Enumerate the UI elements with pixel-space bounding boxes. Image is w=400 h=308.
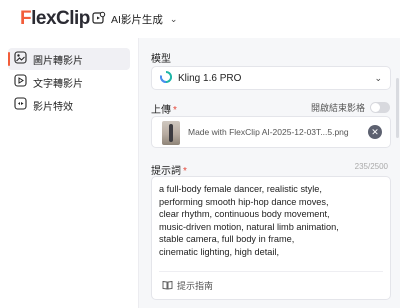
flexclip-logo[interactable]: FlexClip — [20, 8, 90, 30]
scrollbar[interactable] — [396, 78, 399, 138]
remove-file-button[interactable]: ✕ — [368, 125, 382, 139]
uploaded-image-thumbnail — [162, 121, 180, 145]
model-value: Kling 1.6 PRO — [178, 72, 242, 84]
prompt-text[interactable]: a full-body female dancer, realistic sty… — [159, 183, 385, 259]
sidebar: 圖片轉影片 文字轉影片 影片特效 — [0, 38, 136, 308]
end-frame-toggle[interactable] — [370, 102, 390, 113]
mode-label: AI影片生成 — [111, 13, 163, 26]
top-bar: FlexClip AI影片生成 ⌄ — [0, 0, 400, 38]
prompt-label: 提示詞 * — [151, 166, 187, 177]
sidebar-item-video-effects[interactable]: 影片特效 — [8, 94, 130, 116]
mode-selector[interactable]: AI影片生成 ⌄ — [92, 10, 177, 28]
sidebar-item-label: 文字轉影片 — [33, 78, 83, 90]
ai-video-icon — [92, 11, 106, 28]
sidebar-item-image-to-video[interactable]: 圖片轉影片 — [8, 48, 130, 70]
sidebar-item-label: 圖片轉影片 — [33, 55, 83, 67]
video-effects-icon — [14, 97, 27, 113]
prompt-guide-label: 提示指南 — [177, 281, 214, 291]
kling-model-icon — [159, 70, 173, 86]
chevron-down-icon: ⌄ — [169, 13, 178, 24]
prompt-guide-button[interactable]: 提示指南 — [162, 279, 213, 292]
text-video-icon — [14, 74, 27, 90]
end-frame-toggle-group: 開啟結束影格 — [311, 101, 390, 114]
end-frame-label: 開啟結束影格 — [310, 103, 365, 113]
prompt-textarea[interactable]: a full-body female dancer, realistic sty… — [151, 176, 391, 300]
model-label: 模型 — [151, 54, 171, 65]
upload-label: 上傳 * — [151, 105, 177, 116]
prompt-char-counter: 235/2500 — [354, 162, 388, 171]
active-indicator — [8, 52, 10, 66]
image-video-icon — [14, 51, 27, 67]
sidebar-item-label: 影片特效 — [33, 101, 73, 113]
uploaded-filename: Made with FlexClip AI-2025-12-03T...5.pn… — [188, 127, 349, 137]
chevron-down-icon: ⌄ — [374, 73, 382, 83]
main-panel: 模型 Kling 1.6 PRO ⌄ 上傳 * 開啟結束影格 Made with … — [139, 38, 400, 308]
sidebar-item-text-to-video[interactable]: 文字轉影片 — [8, 71, 130, 93]
model-select[interactable]: Kling 1.6 PRO ⌄ — [151, 66, 391, 90]
logo-text-rest: lexClip — [31, 8, 90, 29]
uploaded-file-card[interactable]: Made with FlexClip AI-2025-12-03T...5.pn… — [151, 116, 391, 148]
book-icon — [162, 280, 173, 292]
prompt-divider — [159, 271, 383, 272]
